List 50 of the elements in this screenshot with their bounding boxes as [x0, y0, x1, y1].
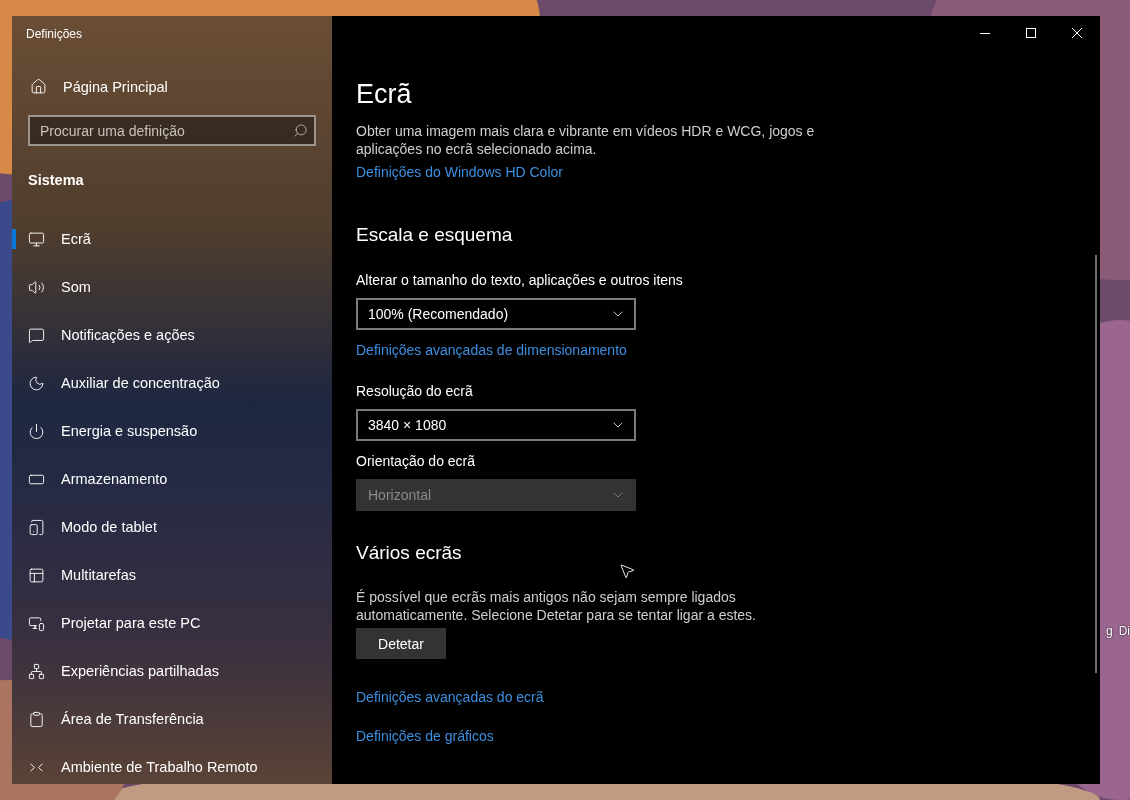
desktop-icon-label: g — [1105, 624, 1113, 638]
section-title: Sistema — [28, 172, 85, 188]
settings-link[interactable]: Definições avançadas do ecrã — [356, 687, 544, 707]
detect-button[interactable]: Detetar — [356, 628, 446, 659]
nav-item[interactable]: Projetar para este PC — [12, 599, 332, 647]
nav-item[interactable]: Armazenamento — [12, 455, 332, 503]
speaker-icon — [28, 278, 45, 296]
settings-link[interactable]: Definições avançadas de dimensionamento — [356, 340, 627, 360]
tablet-icon — [28, 518, 45, 536]
nav-item[interactable]: Modo de tablet — [12, 503, 332, 551]
minimize-icon — [979, 32, 990, 34]
dropdown[interactable]: 100% (Recomendado) — [356, 298, 636, 330]
nav-item[interactable]: Energia e suspensão — [12, 407, 332, 455]
close-icon — [1071, 28, 1082, 38]
power-icon — [28, 422, 45, 440]
monitor-icon — [28, 230, 45, 248]
nav-item[interactable]: Área de Transferência — [12, 695, 332, 743]
page-title: Ecrã — [356, 79, 412, 110]
home-icon — [30, 78, 47, 95]
nav-item[interactable]: Som — [12, 263, 332, 311]
search-icon — [293, 123, 308, 138]
speech-bubble-icon — [28, 326, 45, 344]
field-label: Orientação do ecrã — [356, 452, 476, 471]
moon-icon — [28, 374, 45, 392]
description-text: É possível que ecrãs mais antigos não sejam sempre ligados automaticamente. Selecione Detetar para se tentar ligar a estes. — [356, 588, 757, 624]
nav-item[interactable]: Auxiliar de concentração — [12, 359, 332, 407]
nav-item[interactable]: Ecrã — [12, 215, 332, 263]
clipboard-icon — [28, 710, 45, 728]
window-title: Definições — [26, 27, 84, 41]
section-heading: Vários ecrãs — [356, 542, 462, 564]
section-heading: Escala e esquema — [356, 224, 513, 246]
panels-icon — [28, 566, 45, 584]
home-link[interactable]: Página Principal — [30, 78, 332, 95]
nav-item[interactable]: Experiências partilhadas — [12, 647, 332, 695]
maximize-icon — [1025, 28, 1036, 38]
nav-item[interactable]: Notificações e ações — [12, 311, 332, 359]
field-label: Resolução do ecrã — [356, 382, 473, 401]
nav-item[interactable]: Ambiente de Trabalho Remoto — [12, 743, 332, 791]
scrollbar[interactable] — [1094, 255, 1097, 673]
field-label: Alterar o tamanho do texto, aplicações e outros itens — [356, 271, 683, 290]
settings-link[interactable]: Definições de gráficos — [356, 726, 494, 746]
description-text: Obter uma imagem mais clara e vibrante em vídeos HDR e WCG, jogos e aplicações no ecrã selecionado acima. — [356, 122, 816, 158]
nav-item[interactable]: Multitarefas — [12, 551, 332, 599]
monitor-phone-icon — [28, 614, 45, 632]
desktop-icon-label: Di — [1118, 624, 1130, 638]
search-field[interactable]: Procurar uma definição — [28, 115, 316, 146]
mouse-pointer-icon — [618, 562, 636, 580]
settings-link[interactable]: Definições do Windows HD Color — [356, 162, 563, 182]
network-icon — [28, 662, 45, 680]
dropdown[interactable]: 3840 × 1080 — [356, 409, 636, 441]
